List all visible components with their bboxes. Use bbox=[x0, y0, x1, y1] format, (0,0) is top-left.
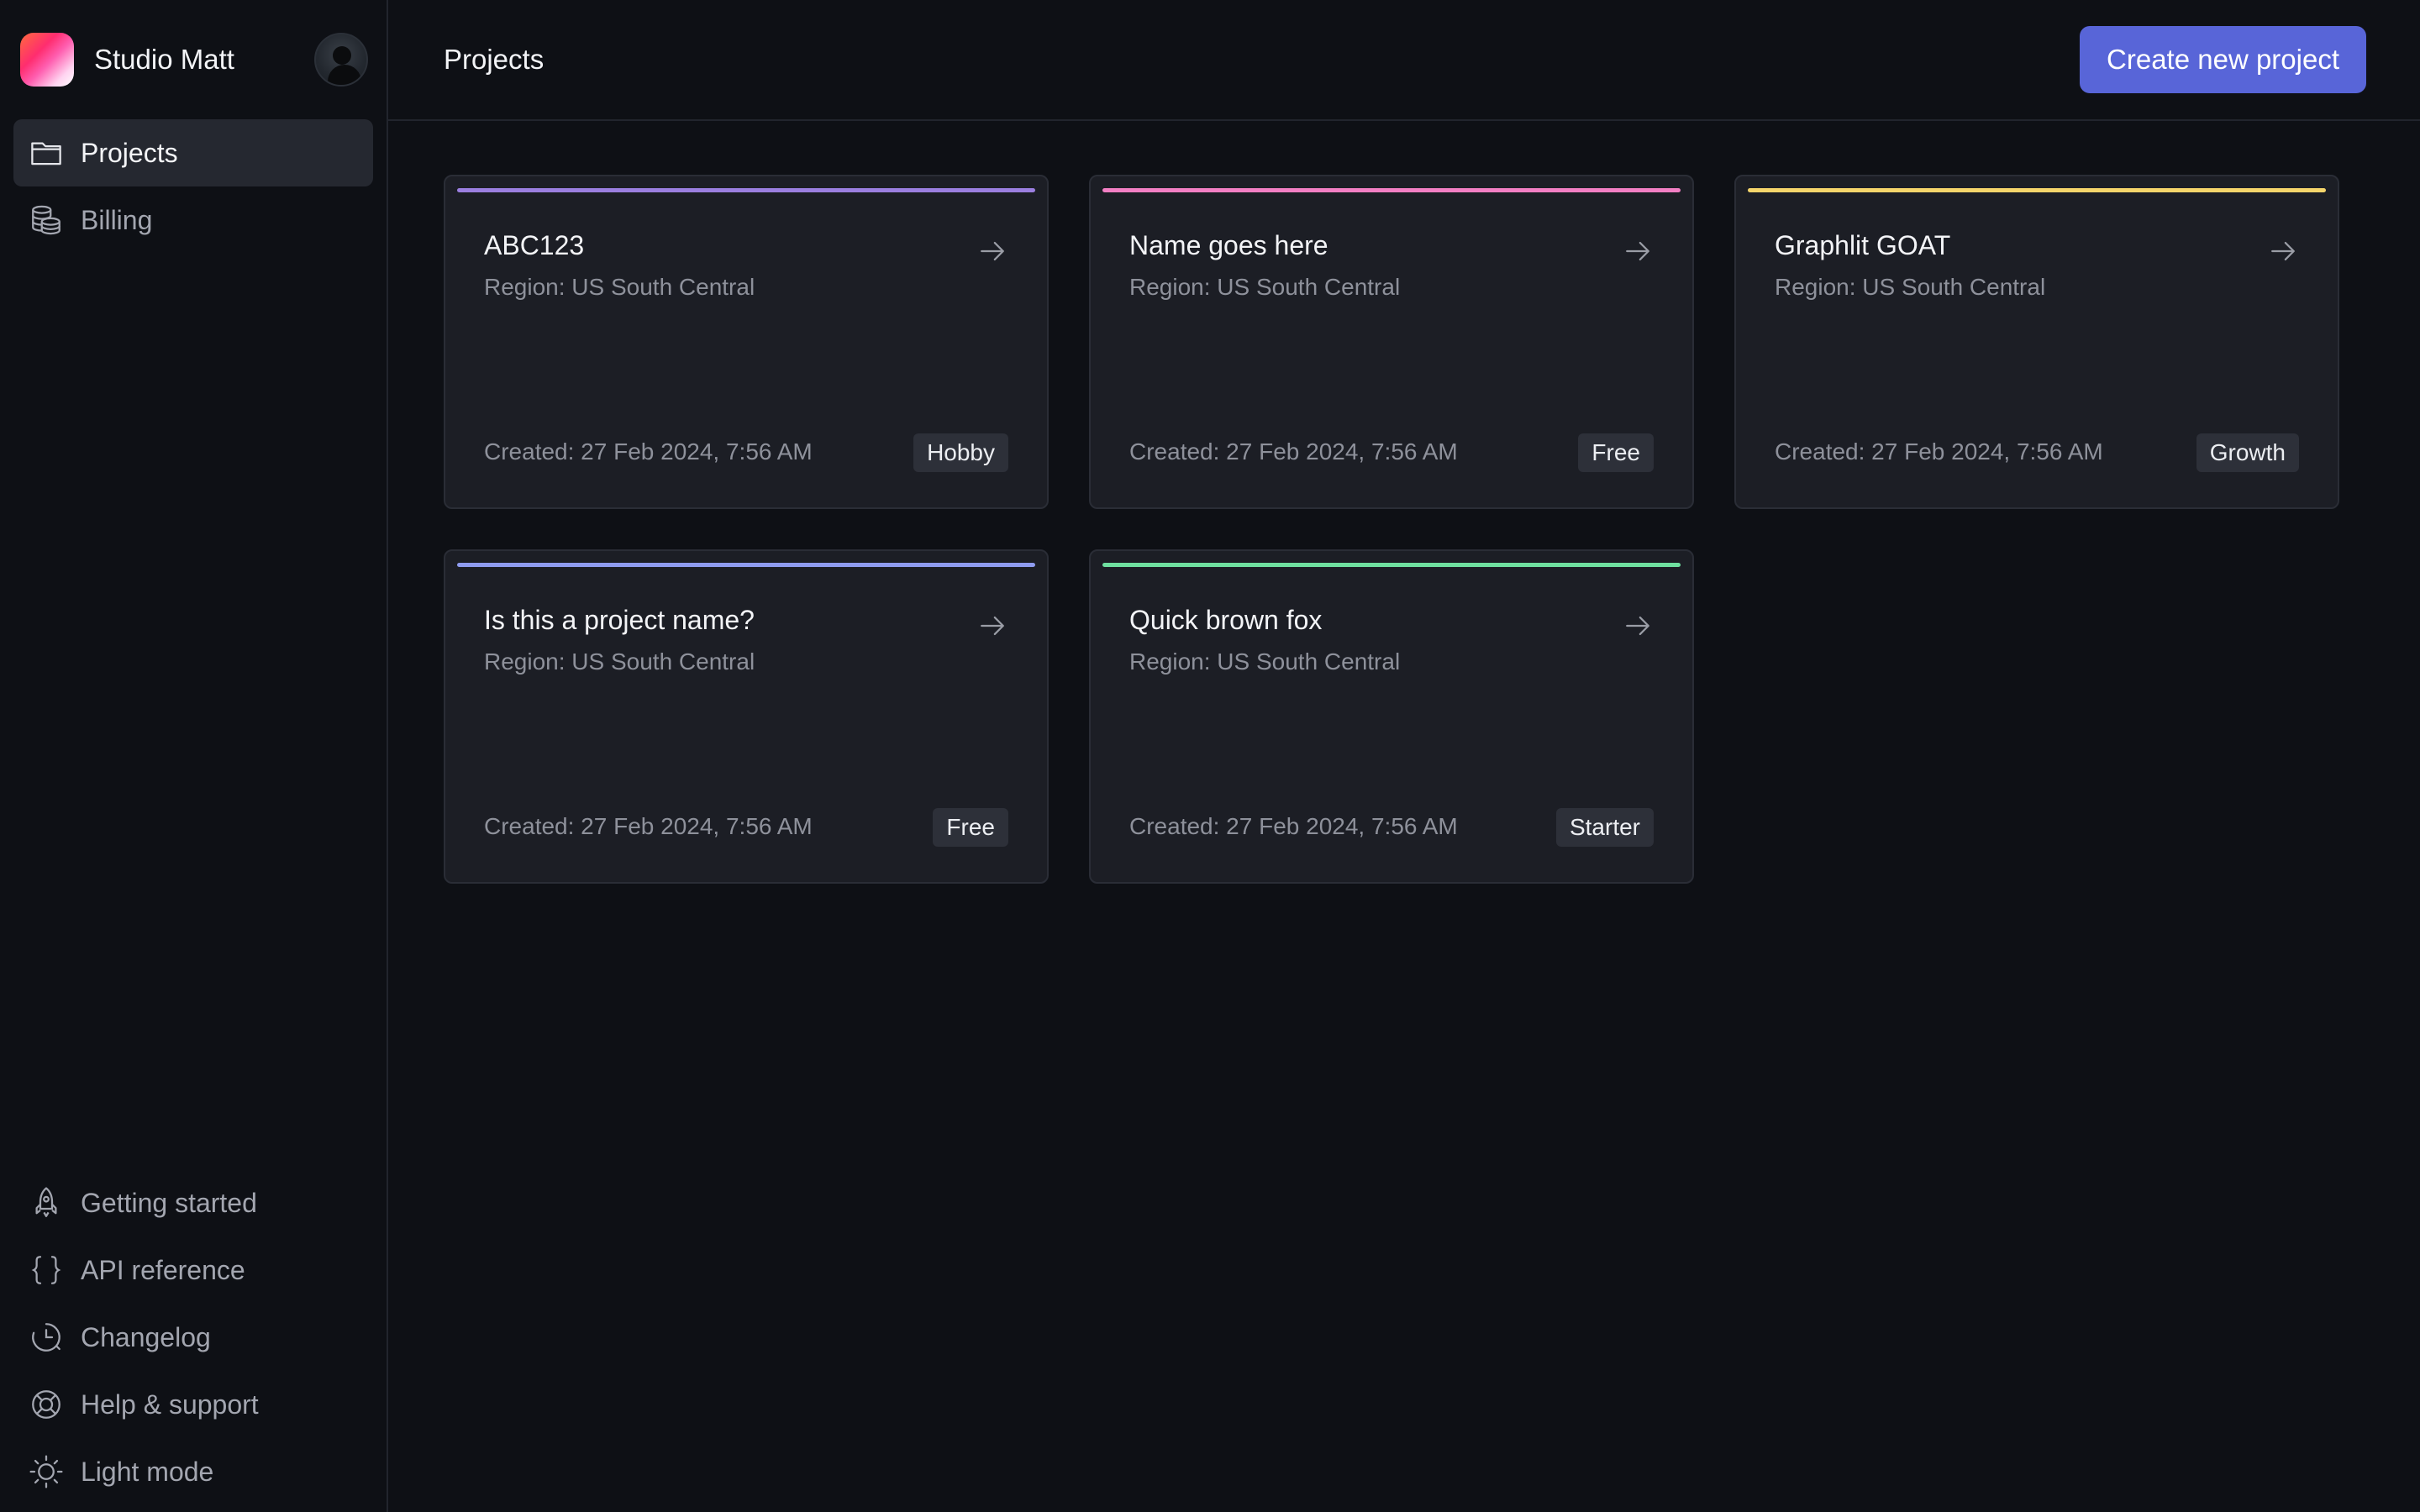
card-accent-bar bbox=[1748, 188, 2326, 192]
project-name: Graphlit GOAT bbox=[1775, 230, 1951, 260]
arrow-right-icon[interactable] bbox=[1623, 612, 1652, 640]
sidebar-item-help-support[interactable]: Help & support bbox=[13, 1371, 373, 1438]
avatar-head bbox=[333, 46, 351, 65]
project-card[interactable]: Is this a project name? Region: US South… bbox=[444, 549, 1049, 884]
arrow-right-icon[interactable] bbox=[978, 612, 1007, 640]
arrow-right-icon[interactable] bbox=[978, 237, 1007, 265]
project-created: Created: 27 Feb 2024, 7:56 AM bbox=[1129, 438, 1458, 465]
clock-history-icon bbox=[29, 1320, 64, 1355]
page-title: Projects bbox=[444, 44, 544, 75]
sun-icon bbox=[29, 1454, 64, 1489]
sidebar-item-getting-started[interactable]: Getting started bbox=[13, 1169, 373, 1236]
workspace-name[interactable]: Studio Matt bbox=[94, 44, 314, 76]
plan-badge: Free bbox=[1578, 433, 1654, 472]
sidebar-item-api-reference[interactable]: API reference bbox=[13, 1236, 373, 1304]
project-region: Region: US South Central bbox=[484, 274, 755, 300]
plan-badge: Starter bbox=[1555, 808, 1654, 847]
sidebar-item-label: Help & support bbox=[81, 1389, 259, 1420]
app: Studio Matt Projects Billing Getting sta… bbox=[0, 0, 2420, 1512]
project-created: Created: 27 Feb 2024, 7:56 AM bbox=[484, 813, 813, 839]
project-region: Region: US South Central bbox=[1775, 274, 2046, 300]
sidebar: Studio Matt Projects Billing Getting sta… bbox=[0, 0, 388, 1512]
workspace-logo[interactable] bbox=[20, 33, 74, 87]
project-name: ABC123 bbox=[484, 230, 585, 260]
project-card[interactable]: ABC123 Region: US South Central Created:… bbox=[444, 175, 1049, 509]
arrow-right-icon[interactable] bbox=[2269, 237, 2297, 265]
arrow-right-icon[interactable] bbox=[1623, 237, 1652, 265]
sidebar-item-changelog[interactable]: Changelog bbox=[13, 1304, 373, 1371]
projects-grid: ABC123 Region: US South Central Created:… bbox=[444, 175, 2339, 884]
project-region: Region: US South Central bbox=[1129, 274, 1401, 300]
project-card[interactable]: Name goes here Region: US South Central … bbox=[1089, 175, 1694, 509]
braces-icon bbox=[29, 1252, 64, 1288]
project-created: Created: 27 Feb 2024, 7:56 AM bbox=[1775, 438, 2103, 465]
lifebuoy-icon bbox=[29, 1387, 64, 1422]
sidebar-item-label: Light mode bbox=[81, 1456, 214, 1487]
primary-nav: Projects Billing bbox=[0, 119, 387, 254]
project-region: Region: US South Central bbox=[484, 648, 755, 675]
project-name: Name goes here bbox=[1129, 230, 1328, 260]
sidebar-item-projects[interactable]: Projects bbox=[13, 119, 373, 186]
avatar[interactable] bbox=[314, 33, 368, 87]
project-name: Quick brown fox bbox=[1129, 605, 1323, 635]
sidebar-item-label: Changelog bbox=[81, 1321, 211, 1352]
project-card[interactable]: Quick brown fox Region: US South Central… bbox=[1089, 549, 1694, 884]
plan-badge: Free bbox=[933, 808, 1008, 847]
create-project-button[interactable]: Create new project bbox=[2080, 26, 2366, 93]
rocket-icon bbox=[29, 1185, 64, 1221]
sidebar-item-label: Projects bbox=[81, 137, 178, 168]
card-accent-bar bbox=[1102, 188, 1681, 192]
card-accent-bar bbox=[457, 188, 1035, 192]
workspace-header: Studio Matt bbox=[0, 0, 387, 119]
coins-icon bbox=[29, 202, 64, 238]
folder-icon bbox=[29, 135, 64, 171]
sidebar-item-label: Billing bbox=[81, 204, 153, 235]
sidebar-item-label: API reference bbox=[81, 1254, 245, 1285]
avatar-body bbox=[328, 65, 361, 85]
page-header: Projects Create new project bbox=[388, 0, 2420, 121]
project-region: Region: US South Central bbox=[1129, 648, 1401, 675]
project-name: Is this a project name? bbox=[484, 605, 755, 635]
project-created: Created: 27 Feb 2024, 7:56 AM bbox=[1129, 813, 1458, 839]
project-card[interactable]: Graphlit GOAT Region: US South Central C… bbox=[1734, 175, 2339, 509]
sidebar-item-billing[interactable]: Billing bbox=[13, 186, 373, 254]
project-created: Created: 27 Feb 2024, 7:56 AM bbox=[484, 438, 813, 465]
card-accent-bar bbox=[457, 563, 1035, 567]
sidebar-item-label: Getting started bbox=[81, 1187, 257, 1218]
main-content: Projects Create new project ABC123 Regio… bbox=[388, 0, 2420, 1512]
light-mode-toggle[interactable]: Light mode bbox=[13, 1438, 373, 1505]
plan-badge: Hobby bbox=[913, 433, 1008, 472]
card-accent-bar bbox=[1102, 563, 1681, 567]
secondary-nav: Getting started API reference Changelog … bbox=[13, 1169, 373, 1505]
plan-badge: Growth bbox=[2196, 433, 2299, 472]
